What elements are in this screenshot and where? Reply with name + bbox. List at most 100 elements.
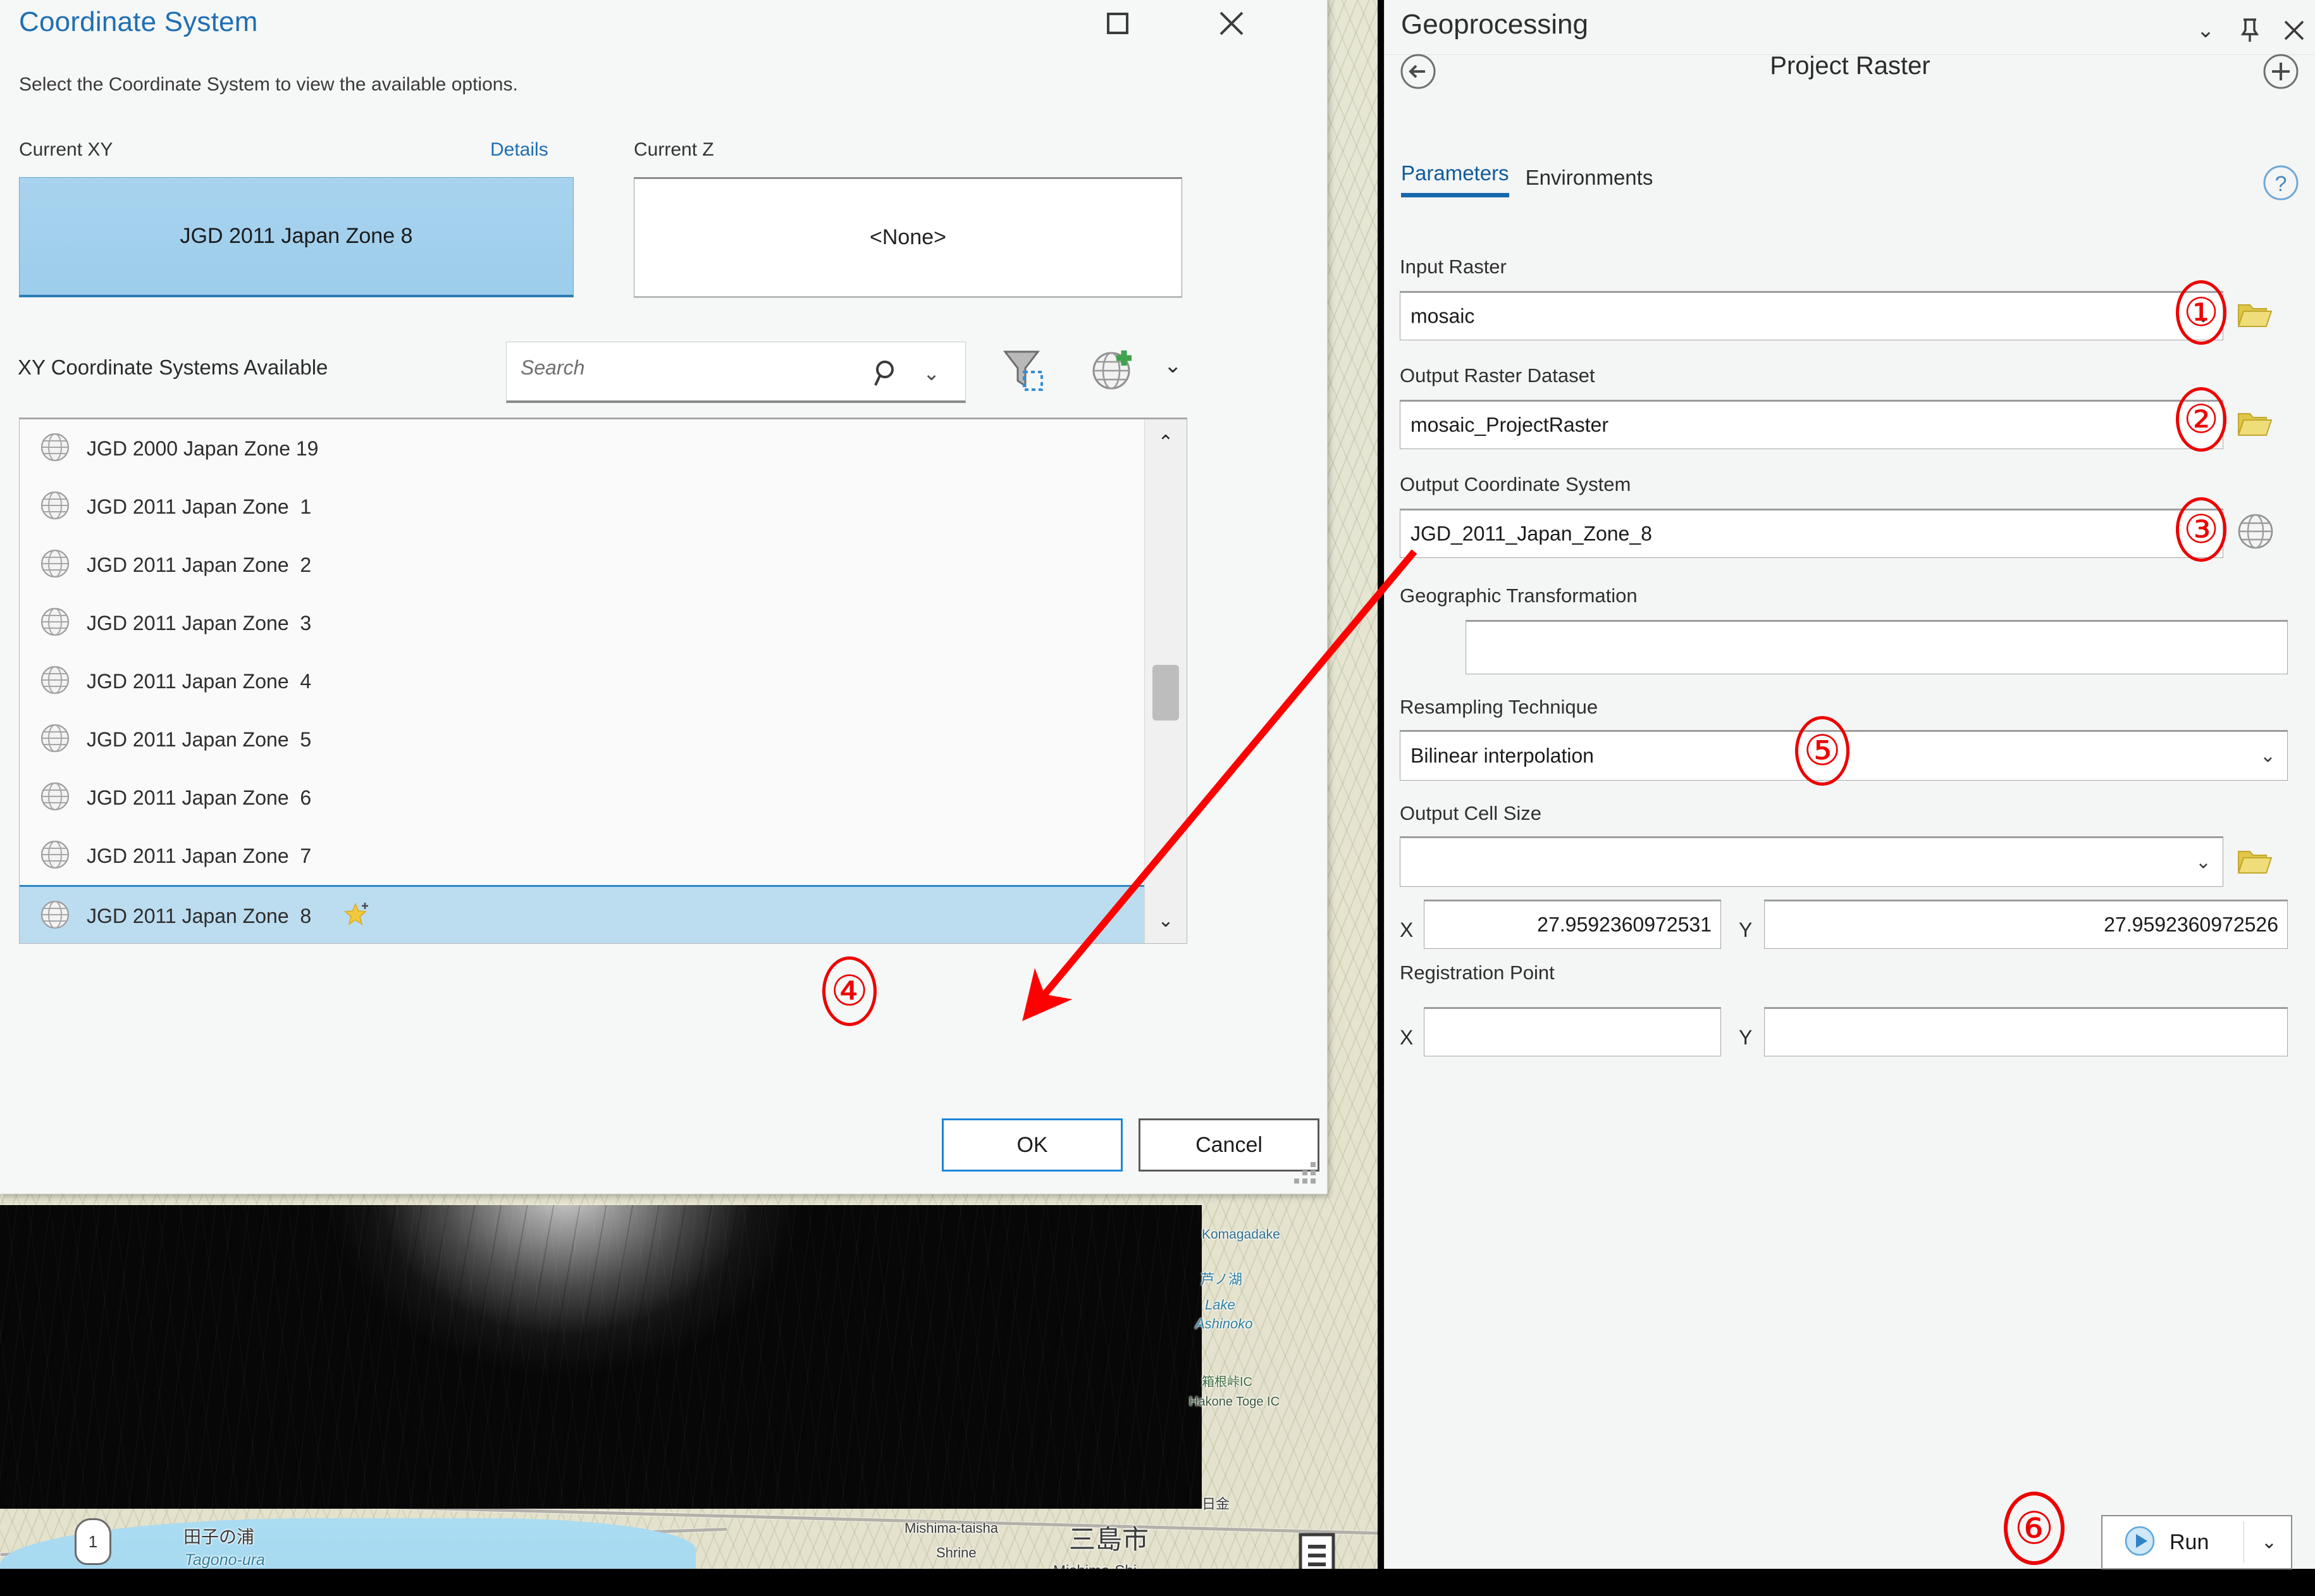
output-raster-dataset-field[interactable]: mosaic_ProjectRaster xyxy=(1400,400,2223,449)
list-item[interactable]: JGD 2011 Japan Zone 7 xyxy=(20,827,1187,885)
annotation-marker-3: ③ xyxy=(2176,497,2226,562)
registration-x-field[interactable] xyxy=(1424,1007,1721,1056)
current-xy-value[interactable]: JGD 2011 Japan Zone 8 xyxy=(19,177,574,297)
available-systems-label: XY Coordinate Systems Available xyxy=(18,356,328,379)
plus-circle-icon[interactable] xyxy=(2261,52,2300,94)
map-label: Mishima-taisha xyxy=(904,1520,998,1536)
map-poi-icon xyxy=(1298,1531,1336,1569)
current-z-value[interactable]: <None> xyxy=(634,177,1182,298)
ok-button[interactable]: OK xyxy=(942,1118,1123,1172)
list-item[interactable]: JGD 2000 Japan Zone 19 xyxy=(20,419,1187,478)
list-item-label: JGD 2000 Japan Zone 19 xyxy=(87,436,319,460)
tool-title: Project Raster xyxy=(1770,52,1930,80)
globe-icon xyxy=(39,546,71,585)
dialog-subtitle: Select the Coordinate System to view the… xyxy=(19,74,518,95)
map-label: 三島市 xyxy=(1069,1525,1149,1554)
chevron-down-icon[interactable]: ⌄ xyxy=(2195,851,2211,874)
resize-grip[interactable] xyxy=(1294,1162,1322,1190)
annotation-marker-4: ④ xyxy=(822,956,877,1026)
scroll-up-arrow[interactable]: ⌃ xyxy=(1145,424,1187,460)
help-circle-icon[interactable]: ? xyxy=(2261,163,2300,206)
search-icon[interactable] xyxy=(873,359,902,391)
filter-icon[interactable] xyxy=(996,344,1048,399)
folder-open-icon[interactable] xyxy=(2237,300,2273,329)
list-item-label: JGD 2011 Japan Zone 3 xyxy=(87,611,312,634)
current-xy-label: Current XY xyxy=(19,139,113,160)
list-item[interactable]: JGD 2011 Japan Zone 4 xyxy=(20,652,1187,710)
run-label: Run xyxy=(2170,1530,2209,1554)
list-item-selected[interactable]: JGD 2011 Japan Zone 8 xyxy=(20,885,1187,943)
list-item[interactable]: JGD 2011 Japan Zone 6 xyxy=(20,769,1187,827)
resampling-technique-value: Bilinear interpolation xyxy=(1411,744,1594,767)
list-item[interactable]: JGD 2011 Japan Zone 2 xyxy=(20,536,1187,594)
svg-text:?: ? xyxy=(2275,172,2287,196)
globe-icon xyxy=(39,662,71,701)
map-label: Ashinoko xyxy=(1195,1316,1253,1332)
list-item-label: JGD 2011 Japan Zone 6 xyxy=(87,786,312,809)
scrollbar-thumb[interactable] xyxy=(1152,665,1179,721)
globe-add-icon[interactable] xyxy=(1085,342,1142,402)
geographic-transformation-field[interactable] xyxy=(1466,620,2288,674)
maximize-icon[interactable] xyxy=(1094,3,1141,44)
list-rows: JGD 2000 Japan Zone 19 JGD 2011 Japan Zon… xyxy=(20,419,1187,943)
folder-open-icon[interactable] xyxy=(2237,846,2273,875)
close-icon[interactable] xyxy=(1208,3,1255,44)
map-label: Komagadake xyxy=(1202,1227,1280,1242)
input-raster-label: Input Raster xyxy=(1400,256,1507,278)
list-item[interactable]: JGD 2011 Japan Zone 5 xyxy=(20,710,1187,769)
map-label: 箱根峠IC xyxy=(1202,1375,1252,1389)
output-cell-size-field[interactable]: ⌄ xyxy=(1400,836,2223,887)
list-item-label: JGD 2011 Japan Zone 7 xyxy=(87,844,312,867)
run-button[interactable]: Run ⌄ xyxy=(2101,1515,2292,1569)
chevron-down-icon[interactable]: ⌄ xyxy=(2260,745,2276,767)
coordinate-systems-list[interactable]: JGD 2000 Japan Zone 19 JGD 2011 Japan Zon… xyxy=(19,418,1187,944)
list-item[interactable]: JGD 2011 Japan Zone 1 xyxy=(20,478,1187,536)
output-raster-dataset-label: Output Raster Dataset xyxy=(1400,364,1595,387)
favorite-star-icon[interactable] xyxy=(344,900,373,932)
map-label: Mishima-Shi xyxy=(1053,1562,1137,1569)
input-raster-field[interactable]: mosaic ⌄ xyxy=(1400,291,2223,340)
chevron-down-icon[interactable]: ⌄ xyxy=(923,361,940,385)
dialog-title: Coordinate System xyxy=(19,6,258,37)
annotation-marker-5: ⑤ xyxy=(1795,716,1849,786)
list-item-label: JGD 2011 Japan Zone 2 xyxy=(87,553,312,576)
list-scrollbar[interactable]: ⌃ ⌄ xyxy=(1144,419,1187,943)
list-item-label: JGD 2011 Japan Zone 4 xyxy=(87,669,312,693)
folder-open-icon[interactable] xyxy=(2237,409,2273,438)
geographic-transformation-label: Geographic Transformation xyxy=(1400,585,1638,607)
chevron-down-icon[interactable]: ⌄ xyxy=(1164,353,1182,378)
bottom-black-bar xyxy=(0,1569,2315,1596)
registration-y-field[interactable] xyxy=(1764,1007,2288,1056)
globe-icon[interactable] xyxy=(2236,510,2275,555)
chevron-down-icon[interactable]: ⌄ xyxy=(2261,1531,2277,1554)
cell-size-x-label: X xyxy=(1400,919,1414,941)
tab-parameters[interactable]: Parameters xyxy=(1401,161,1509,197)
list-item-label: JGD 2011 Japan Zone 8 xyxy=(87,904,312,927)
map-label: Hakone Toge IC xyxy=(1189,1395,1280,1409)
globe-icon xyxy=(39,721,71,759)
chevron-down-icon[interactable]: ⌄ xyxy=(2188,13,2223,48)
close-icon[interactable] xyxy=(2276,13,2312,48)
play-icon xyxy=(2124,1525,2156,1560)
panel-tabs: Parameters Environments xyxy=(1401,161,1653,197)
scroll-down-arrow[interactable]: ⌄ xyxy=(1145,903,1187,938)
map-label: Lake xyxy=(1205,1297,1235,1313)
output-coordinate-system-field[interactable]: JGD_2011_Japan_Zone_8 xyxy=(1400,509,2223,558)
details-link[interactable]: Details xyxy=(490,139,548,161)
map-label: 田子の浦 xyxy=(183,1527,255,1547)
search-input[interactable]: Search ⌄ xyxy=(506,342,966,403)
list-item[interactable]: JGD 2011 Japan Zone 3 xyxy=(20,594,1187,652)
cell-size-x-field[interactable]: 27.9592360972531 xyxy=(1424,900,1721,949)
tab-environments[interactable]: Environments xyxy=(1526,166,1653,197)
search-placeholder: Search xyxy=(521,356,585,379)
cancel-button[interactable]: Cancel xyxy=(1139,1118,1319,1172)
dem-raster-layer xyxy=(0,1205,1202,1509)
resampling-technique-label: Resampling Technique xyxy=(1400,696,1598,718)
cell-size-y-field[interactable]: 27.9592360972526 xyxy=(1764,900,2288,949)
current-z-label: Current Z xyxy=(634,139,714,160)
map-route-shield: 1 xyxy=(75,1518,111,1565)
pin-icon[interactable] xyxy=(2232,13,2268,48)
panel-title: Geoprocessing xyxy=(1401,9,1588,40)
list-item-label: JGD 2011 Japan Zone 1 xyxy=(87,495,312,518)
coordinate-system-dialog: Coordinate System Select the Coordinate … xyxy=(0,0,1327,1194)
